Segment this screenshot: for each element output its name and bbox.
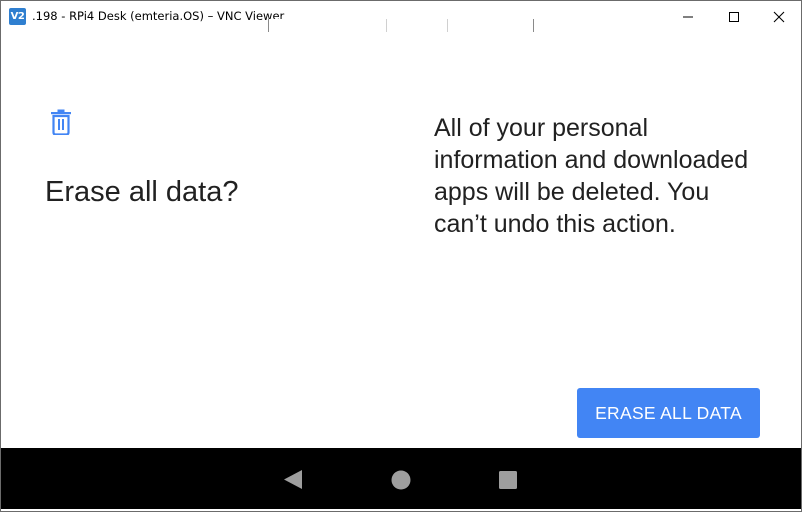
window-title: .198 - RPi4 Desk (emteria.OS) – VNC View… xyxy=(32,9,285,23)
close-button[interactable] xyxy=(756,1,801,32)
window-bottom-edge xyxy=(1,509,801,511)
home-icon xyxy=(391,470,411,490)
maximize-icon xyxy=(729,12,739,22)
dialog-message: All of your personal information and dow… xyxy=(434,114,749,238)
back-button[interactable] xyxy=(263,448,323,511)
recents-icon xyxy=(499,471,517,489)
minimize-icon xyxy=(683,16,693,18)
back-icon xyxy=(284,470,302,489)
vnc-viewer-window: V2 .198 - RPi4 Desk (emteria.OS) – VNC V… xyxy=(0,0,802,512)
minimize-button[interactable] xyxy=(665,1,711,32)
dialog-title: Erase all data? xyxy=(45,176,239,208)
home-button[interactable] xyxy=(371,448,431,511)
toolbar-divider xyxy=(386,19,387,33)
erase-all-data-button[interactable]: ERASE ALL DATA xyxy=(577,388,760,438)
maximize-button[interactable] xyxy=(711,1,757,32)
close-icon xyxy=(773,11,785,23)
vnc-viewer-app-icon: V2 xyxy=(9,8,26,25)
navigation-bar xyxy=(1,448,801,511)
android-screen: Erase all data? All of your personal inf… xyxy=(1,32,801,448)
trash-icon xyxy=(51,109,71,135)
recents-button[interactable] xyxy=(478,448,538,511)
toolbar-divider xyxy=(447,19,448,33)
